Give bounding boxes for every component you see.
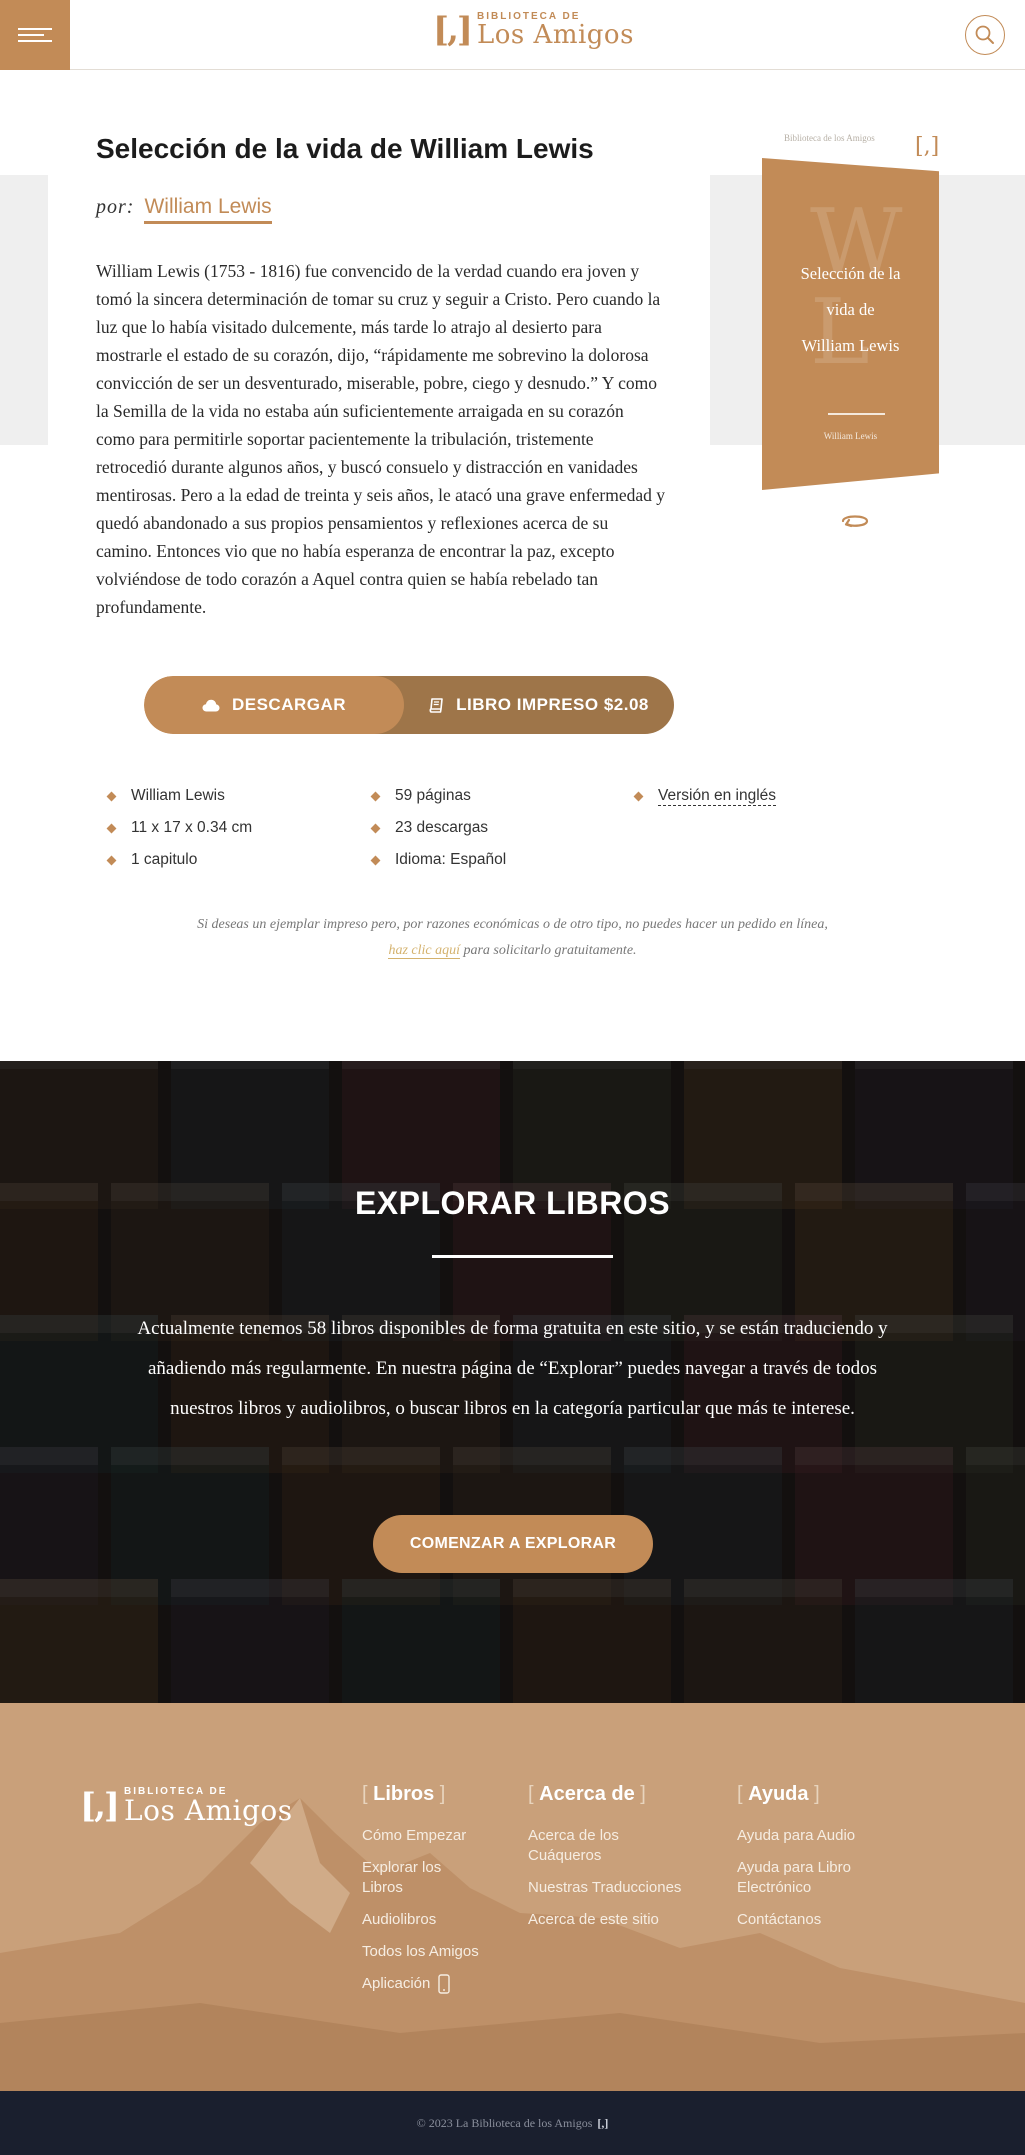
details-column-1: William Lewis 11 x 17 x 0.34 cm 1 capitu… — [106, 780, 252, 876]
footer-link[interactable]: Audiolibros — [362, 1910, 527, 1930]
detail-item: Versión en inglés — [633, 780, 777, 812]
print-request-note: Si deseas un ejemplar impreso pero, por … — [197, 917, 828, 959]
detail-item: 11 x 17 x 0.34 cm — [106, 812, 252, 844]
diamond-bullet-icon — [106, 855, 117, 865]
footer-link[interactable]: Acerca de los Cuáqueros — [528, 1826, 638, 1866]
detail-item: 1 capitulo — [106, 844, 252, 876]
start-exploring-button[interactable]: COMENZAR A EXPLORAR — [373, 1515, 653, 1573]
english-version-link[interactable]: Versión en inglés — [658, 787, 777, 806]
explore-title: EXPLORAR LIBROS — [354, 1185, 671, 1221]
cover-divider — [828, 413, 885, 415]
footer-heading: [ Acerca de ] — [528, 1783, 646, 1805]
explore-divider — [432, 1255, 613, 1258]
copyright-text: © 2023 La Biblioteca de los Amigos — [416, 2115, 593, 2130]
details-column-2: 59 páginas 23 descargas Idioma: Español — [370, 780, 506, 876]
search-icon — [975, 25, 994, 44]
hero-band-left — [0, 175, 48, 445]
footer-heading: [ Ayuda ] — [737, 1783, 820, 1805]
diamond-bullet-icon — [370, 791, 381, 801]
phone-icon — [438, 1974, 451, 1994]
site-footer: [,] BIBLIOTECA DE Los Amigos [ Libros ] … — [0, 1703, 1025, 2091]
book-title: Selección de la vida de William Lewis — [96, 133, 594, 164]
detail-item: 59 páginas — [370, 780, 506, 812]
footer-link[interactable]: Nuestras Traducciones — [528, 1878, 693, 1898]
footer-logo-mark: [,] — [80, 1786, 120, 1826]
footer-link[interactable]: Acerca de este sitio — [528, 1910, 693, 1930]
footer-heading: [ Libros ] — [362, 1783, 446, 1805]
logo-mark-icon: [,] — [433, 10, 473, 50]
detail-item: 23 descargas — [370, 812, 506, 844]
footer-column-about: [ Acerca de ] Acerca de los Cuáqueros Nu… — [528, 1783, 693, 1942]
byline: por: William Lewis — [96, 195, 272, 224]
details-column-3: Versión en inglés — [633, 780, 777, 812]
diamond-bullet-icon — [370, 855, 381, 865]
download-button[interactable]: DESCARGAR — [144, 676, 404, 734]
footer-link[interactable]: Explorar los Libros — [362, 1858, 472, 1898]
footer-link[interactable]: Cómo Empezar — [362, 1826, 527, 1846]
footer-logo[interactable]: [,] BIBLIOTECA DE Los Amigos — [80, 1787, 293, 1825]
detail-item: Idioma: Español — [370, 844, 506, 876]
detail-item: William Lewis — [106, 780, 252, 812]
site-logo[interactable]: [,] BIBLIOTECA DE Los Amigos — [433, 10, 634, 50]
hamburger-icon-line — [18, 34, 44, 36]
search-button[interactable] — [965, 15, 1005, 55]
cover-publisher-text: Biblioteca de los Amigos — [784, 133, 875, 143]
action-buttons: DESCARGAR LIBRO IMPRESO $2.08 — [144, 676, 674, 734]
footer-column-books: [ Libros ] Cómo Empezar Explorar los Lib… — [362, 1783, 527, 2006]
rotate-cover-icon[interactable] — [838, 510, 872, 532]
copyright-mark: [,] — [597, 2115, 609, 2130]
footer-link[interactable]: Ayuda para Libro Electrónico — [737, 1858, 877, 1898]
cover-author: William Lewis — [823, 431, 878, 441]
request-free-copy-link[interactable]: haz clic aquí — [388, 943, 460, 959]
footer-link-app[interactable]: Aplicación — [362, 1974, 527, 1994]
book-description: William Lewis (1753 - 1816) fue convenci… — [96, 261, 666, 617]
diamond-bullet-icon — [106, 791, 117, 801]
footer-link[interactable]: Ayuda para Audio — [737, 1826, 902, 1846]
cloud-icon — [202, 699, 220, 711]
diamond-bullet-icon — [370, 823, 381, 833]
footer-link[interactable]: Todos los Amigos — [362, 1942, 527, 1962]
book-icon — [429, 697, 443, 713]
print-label: LIBRO IMPRESO $2.08 — [456, 695, 649, 714]
book-cover[interactable]: W L Selección de la vida de William Lewi… — [762, 158, 939, 490]
explore-section: EXPLORAR LIBROS Actualmente tenemos 58 l… — [0, 1061, 1025, 1703]
por-label: por: — [96, 196, 135, 218]
author-link[interactable]: William Lewis — [144, 195, 272, 224]
cover-title: Selección de la vida de William Lewis — [800, 264, 901, 355]
copyright-bar: © 2023 La Biblioteca de los Amigos [,] — [0, 2091, 1025, 2155]
site-header: [,] BIBLIOTECA DE Los Amigos — [0, 0, 1025, 70]
cover-logo-mark: [,] — [915, 134, 940, 159]
diamond-bullet-icon — [106, 823, 117, 833]
explore-text: Actualmente tenemos 58 libros disponible… — [137, 1318, 888, 1419]
menu-button[interactable] — [0, 0, 70, 70]
download-label: DESCARGAR — [231, 695, 347, 714]
logo-big-text: Los Amigos — [477, 20, 634, 50]
hamburger-icon — [18, 28, 52, 30]
footer-link[interactable]: Contáctanos — [737, 1910, 902, 1930]
print-book-button[interactable]: LIBRO IMPRESO $2.08 — [374, 676, 674, 734]
hamburger-icon-line — [18, 40, 52, 42]
diamond-bullet-icon — [633, 791, 644, 801]
footer-column-help: [ Ayuda ] Ayuda para Audio Ayuda para Li… — [737, 1783, 902, 1942]
